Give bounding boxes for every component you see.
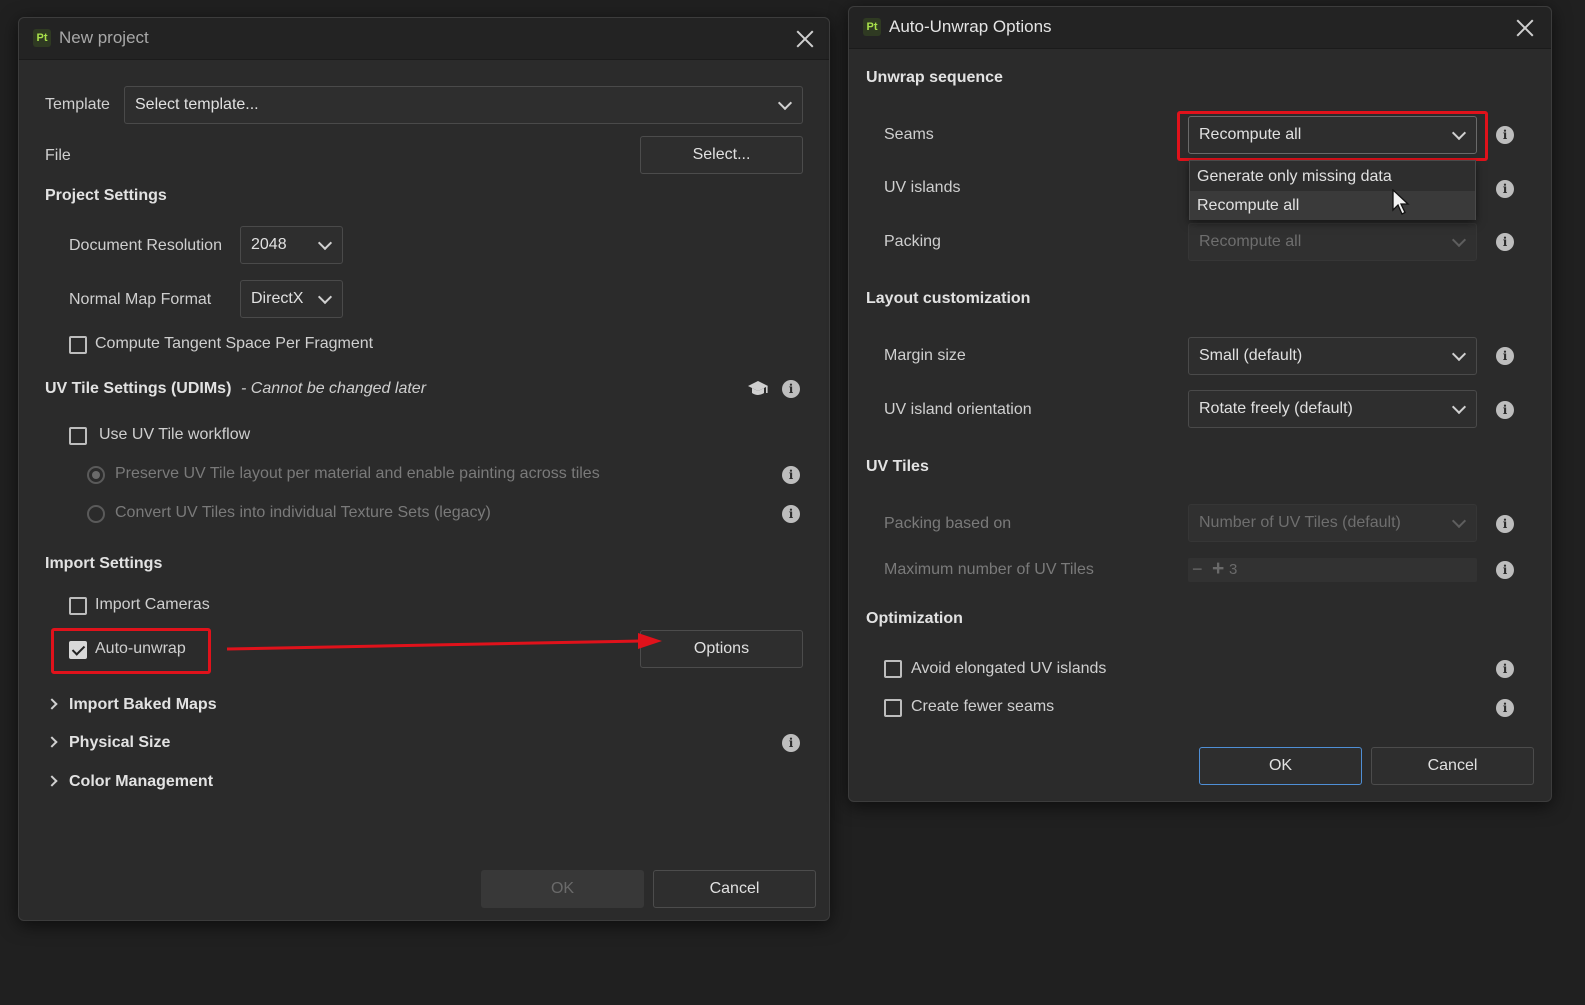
create-fewer-seams-checkbox[interactable] xyxy=(884,699,902,717)
seams-label: Seams xyxy=(884,126,934,143)
unwrap-sequence-heading: Unwrap sequence xyxy=(866,69,1003,86)
uv-tiles-heading: UV Tiles xyxy=(866,458,929,475)
avoid-elongated-checkbox[interactable] xyxy=(884,660,902,678)
layout-customization-heading: Layout customization xyxy=(866,290,1031,307)
increment-button[interactable]: + xyxy=(1212,557,1224,581)
info-icon[interactable]: i xyxy=(1496,347,1514,365)
mouse-cursor-icon xyxy=(1392,189,1410,215)
info-icon[interactable]: i xyxy=(1496,180,1514,198)
chevron-down-icon xyxy=(1451,513,1467,529)
max-uv-tiles-label: Maximum number of UV Tiles xyxy=(884,561,1094,578)
packing-value: Recompute all xyxy=(1199,233,1302,250)
packing-based-on-label: Packing based on xyxy=(884,515,1012,532)
info-icon[interactable]: i xyxy=(1496,561,1514,579)
dropdown-option-generate-missing[interactable]: Generate only missing data xyxy=(1190,162,1475,191)
close-icon[interactable] xyxy=(1514,17,1536,39)
chevron-down-icon xyxy=(1451,346,1467,362)
info-icon[interactable]: i xyxy=(1496,699,1514,717)
create-fewer-seams-label: Create fewer seams xyxy=(911,698,1055,715)
uv-island-orientation-value: Rotate freely (default) xyxy=(1199,400,1353,417)
margin-size-select[interactable]: Small (default) xyxy=(1188,337,1477,375)
max-uv-tiles-value: 3 xyxy=(1229,561,1238,578)
dialog-title: Auto-Unwrap Options xyxy=(889,17,1052,36)
margin-size-label: Margin size xyxy=(884,347,966,364)
max-uv-tiles-stepper[interactable]: − + 3 xyxy=(1188,557,1477,582)
packing-based-on-value: Number of UV Tiles (default) xyxy=(1199,514,1401,531)
auto-unwrap-titlebar: Pt Auto-Unwrap Options xyxy=(849,7,1551,49)
uv-island-orientation-select[interactable]: Rotate freely (default) xyxy=(1188,390,1477,428)
seams-highlight xyxy=(1177,111,1488,161)
info-icon[interactable]: i xyxy=(1496,401,1514,419)
decrement-button[interactable]: − xyxy=(1192,559,1203,580)
avoid-elongated-label: Avoid elongated UV islands xyxy=(911,660,1107,677)
packing-based-on-select[interactable]: Number of UV Tiles (default) xyxy=(1188,504,1477,542)
ok-button[interactable]: OK xyxy=(1199,747,1362,785)
packing-label: Packing xyxy=(884,233,941,250)
uv-island-orientation-label: UV island orientation xyxy=(884,401,1032,418)
cancel-button[interactable]: Cancel xyxy=(1371,747,1534,785)
chevron-down-icon xyxy=(1451,399,1467,415)
app-logo-icon: Pt xyxy=(863,18,881,36)
info-icon[interactable]: i xyxy=(1496,660,1514,678)
dropdown-option-recompute-all[interactable]: Recompute all xyxy=(1190,191,1475,220)
optimization-heading: Optimization xyxy=(866,610,963,627)
chevron-down-icon xyxy=(1451,232,1467,248)
info-icon[interactable]: i xyxy=(1496,233,1514,251)
info-icon[interactable]: i xyxy=(1496,515,1514,533)
margin-size-value: Small (default) xyxy=(1199,347,1303,364)
info-icon[interactable]: i xyxy=(1496,126,1514,144)
uv-islands-label: UV islands xyxy=(884,179,961,196)
seams-dropdown-list: Generate only missing data Recompute all xyxy=(1189,160,1476,220)
packing-select[interactable]: Recompute all xyxy=(1188,223,1477,261)
auto-unwrap-dialog: Pt Auto-Unwrap Options Unwrap sequence S… xyxy=(848,6,1552,802)
